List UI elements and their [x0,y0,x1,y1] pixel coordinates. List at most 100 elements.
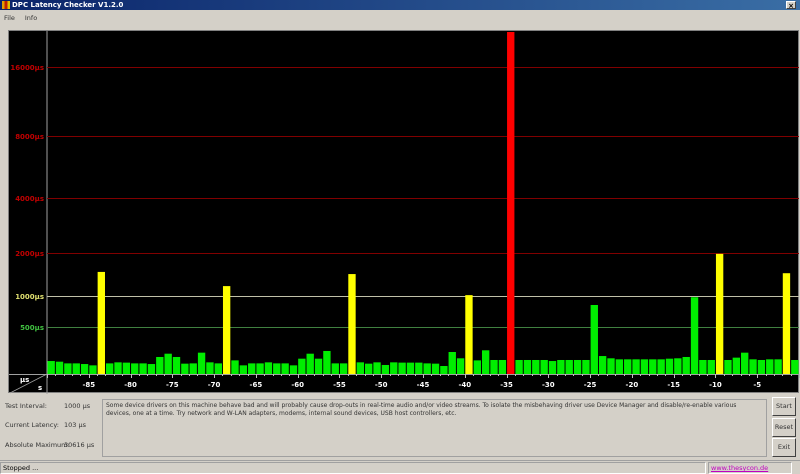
close-button[interactable]: × [786,1,796,10]
y-tick-label: 500µs [20,324,44,332]
latency-bar [181,363,189,374]
latency-bar [47,361,55,374]
menu-file[interactable]: File [4,11,15,25]
latency-bar [214,363,222,374]
latency-bar [448,352,456,374]
latency-bar [164,353,172,374]
latency-bar [791,359,799,374]
latency-bar [398,362,406,374]
exit-button[interactable]: Exit [772,438,796,457]
x-tick-label: -85 [82,381,95,389]
latency-bar [724,359,732,374]
latency-bar [465,295,473,374]
window-title: DPC Latency Checker V1.2.0 [12,1,124,9]
latency-bar [515,359,523,374]
latency-bar [782,273,791,374]
latency-bar [557,359,565,374]
latency-bar [632,359,640,374]
latency-bar [682,356,690,374]
website-link[interactable]: www.thesycon.de [711,464,768,472]
x-tick-label: -65 [250,381,263,389]
latency-bar [172,356,181,374]
x-tick-label: -60 [291,381,304,389]
latency-bar [741,352,749,374]
latency-bar [323,350,331,374]
latency-bar [415,362,423,374]
y-tick-label: 2000µs [15,250,44,258]
latency-bar [707,359,715,374]
x-tick-label: -35 [500,381,513,389]
latency-bar [306,353,314,374]
latency-bar [114,362,122,374]
y-tick-label: 8000µs [15,133,44,141]
latency-bar [598,356,607,374]
latency-bar [147,364,156,374]
latency-bar [406,362,415,374]
latency-bar [431,363,440,374]
latency-bar [206,362,214,374]
latency-bar [774,359,782,374]
x-tick-label: -50 [375,381,388,389]
x-tick-label: -15 [667,381,680,389]
x-tick-label: -55 [333,381,346,389]
latency-bar [97,271,105,374]
x-tick-label: -45 [417,381,430,389]
latency-bar [156,356,164,374]
title-bar: DPC Latency Checker V1.2.0 × [0,0,800,10]
latency-bar [239,365,248,374]
latency-bar [649,359,657,374]
latency-bar [532,359,540,374]
latency-bar [298,358,306,374]
latency-bar [273,363,281,374]
x-tick-label: -20 [626,381,639,389]
menu-info[interactable]: Info [25,11,37,25]
latency-bar [523,359,532,374]
latency-bar [105,363,114,374]
latency-bar [122,362,131,374]
latency-bar [657,359,665,374]
x-tick-label: -10 [709,381,722,389]
y-tick-label: 1000µs [15,293,44,301]
latency-bar [64,363,72,374]
latency-bar [72,363,80,374]
latency-bar [624,359,632,374]
latency-bar [314,358,323,374]
latency-bar [356,362,365,374]
absolute-maximum-value: 30616 µs [64,441,95,449]
latency-bar [197,352,206,374]
latency-bar [339,363,348,374]
latency-bar [573,359,582,374]
x-tick-label: -70 [208,381,221,389]
absolute-maximum-label: Absolute Maximum: [5,441,70,449]
current-latency-label: Current Latency: [5,421,59,429]
latency-bar [757,359,766,374]
x-tick-label: -80 [124,381,137,389]
latency-bar [481,350,490,374]
latency-bar [390,362,398,374]
latency-bar [548,361,557,374]
y-tick-label: 4000µs [15,195,44,203]
latency-chart: µs s 500µs 1000µs 2000µs 4000µs 8000µs 16000µs -… [8,30,800,394]
latency-bar [423,363,431,374]
latency-bar [139,363,147,374]
latency-bar [189,363,197,374]
latency-bar [289,365,298,374]
latency-bar [565,359,573,374]
latency-bar [256,363,264,374]
latency-bar [331,363,339,374]
latency-bar [281,363,289,374]
x-tick-label: -25 [584,381,597,389]
x-tick-label: -5 [753,381,761,389]
latency-bar [131,363,139,374]
latency-bar [749,359,757,374]
y-tick-label: 16000µs [10,64,44,72]
reset-button[interactable]: Reset [772,418,796,437]
latency-bar [690,297,699,374]
latency-bar [248,363,256,374]
latency-bar [222,286,231,374]
latency-bar [55,361,64,374]
latency-bar [373,362,381,374]
latency-bar [456,358,465,374]
start-button[interactable]: Start [772,397,796,416]
latency-bar [715,253,724,374]
